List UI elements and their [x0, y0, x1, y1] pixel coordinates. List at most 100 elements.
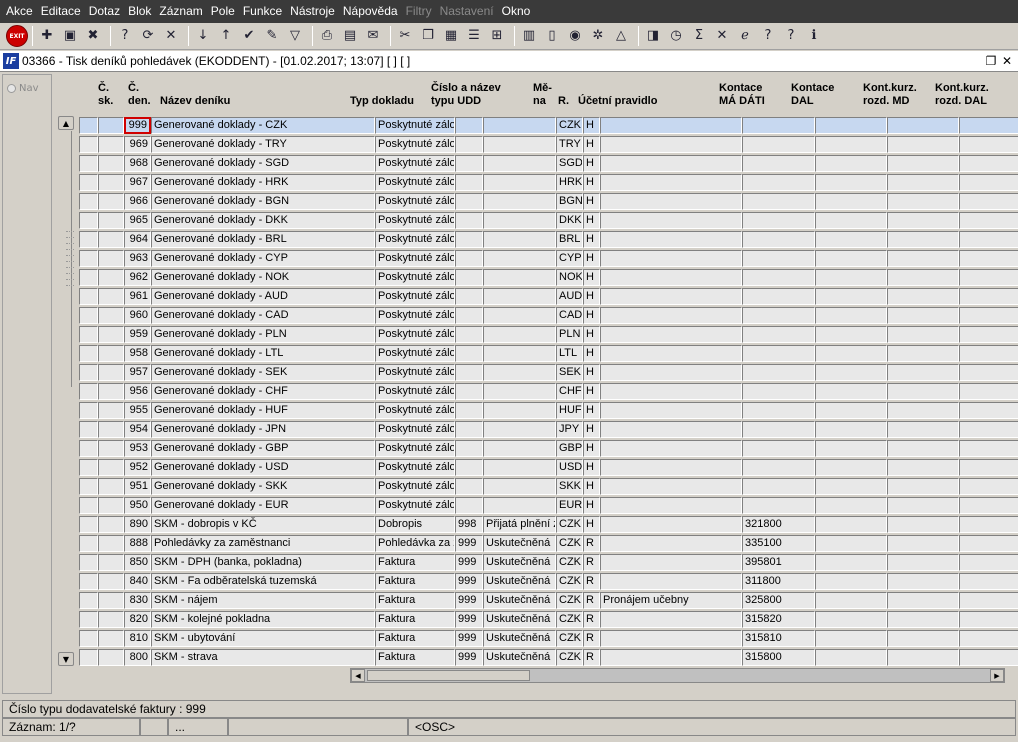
cell-kmd[interactable]: [887, 155, 959, 172]
cell-dal[interactable]: [815, 364, 887, 381]
cell-pravidlo[interactable]: [600, 155, 742, 172]
cell-mena[interactable]: USD: [556, 459, 583, 476]
cell-den[interactable]: 830: [124, 592, 151, 609]
cell-pravidlo[interactable]: [600, 136, 742, 153]
cell-sk[interactable]: [79, 231, 98, 248]
cell-udd_name[interactable]: Uskutečněná: [483, 554, 556, 571]
cell-kmd[interactable]: [887, 269, 959, 286]
cell-kmd[interactable]: [887, 307, 959, 324]
cell-r[interactable]: H: [583, 117, 600, 134]
menu-editace[interactable]: Editace: [37, 0, 85, 23]
cell-madati[interactable]: [742, 117, 815, 134]
execute-query-icon[interactable]: ⟳: [138, 26, 158, 46]
clock-icon[interactable]: ◷: [666, 26, 686, 46]
cell-nazev[interactable]: Generované doklady - JPN: [151, 421, 375, 438]
cell-pravidlo[interactable]: [600, 516, 742, 533]
table-row[interactable]: 890 SKM - dobropis v KČ Dobropis 998 Přijatá…: [79, 515, 1018, 534]
cell-sk2[interactable]: [98, 402, 124, 419]
table-row[interactable]: 962 Generované doklady - NOK Poskytnuté zá…: [79, 268, 1018, 287]
cell-nazev[interactable]: Generované doklady - CHF: [151, 383, 375, 400]
cell-udd_no[interactable]: [455, 440, 483, 457]
excel-icon[interactable]: ✕: [712, 26, 732, 46]
cell-typ[interactable]: Poskytnuté zálo: [375, 478, 455, 495]
list-icon[interactable]: ☰: [464, 26, 484, 46]
table-row[interactable]: 850 SKM - DPH (banka, pokladna) Faktura 999…: [79, 553, 1018, 572]
cell-pravidlo[interactable]: [600, 212, 742, 229]
cell-typ[interactable]: Faktura: [375, 649, 455, 666]
cell-madati[interactable]: [742, 383, 815, 400]
cell-pravidlo[interactable]: [600, 421, 742, 438]
cell-udd_no[interactable]: 999: [455, 649, 483, 666]
cell-nazev[interactable]: SKM - kolejné pokladna: [151, 611, 375, 628]
cell-nazev[interactable]: SKM - Fa odběratelská tuzemská: [151, 573, 375, 590]
cell-mena[interactable]: CZK: [556, 535, 583, 552]
cell-udd_name[interactable]: Uskutečněná: [483, 611, 556, 628]
cell-udd_name[interactable]: Uskutečněná: [483, 573, 556, 590]
table-row[interactable]: 888 Pohledávky za zaměstnanci Pohledávka z…: [79, 534, 1018, 553]
scroll-thumb[interactable]: [60, 131, 74, 387]
cell-madati[interactable]: [742, 478, 815, 495]
table-row[interactable]: 967 Generované doklady - HRK Poskytnuté zá…: [79, 173, 1018, 192]
cell-madati[interactable]: 325800: [742, 592, 815, 609]
cell-nazev[interactable]: SKM - strava: [151, 649, 375, 666]
cell-sk[interactable]: [79, 440, 98, 457]
cell-kdal[interactable]: [959, 554, 1018, 571]
cell-kdal[interactable]: [959, 364, 1018, 381]
cell-udd_no[interactable]: [455, 383, 483, 400]
cell-den[interactable]: 890: [124, 516, 151, 533]
cell-sk2[interactable]: [98, 269, 124, 286]
cell-r[interactable]: R: [583, 630, 600, 647]
cell-mena[interactable]: CZK: [556, 649, 583, 666]
cell-mena[interactable]: EUR: [556, 497, 583, 514]
help-icon[interactable]: ?: [758, 26, 778, 46]
cell-udd_name[interactable]: [483, 364, 556, 381]
cell-sk[interactable]: [79, 326, 98, 343]
cell-udd_no[interactable]: [455, 136, 483, 153]
cell-sk2[interactable]: [98, 326, 124, 343]
cell-typ[interactable]: Poskytnuté zálo: [375, 364, 455, 381]
cell-sk2[interactable]: [98, 117, 124, 134]
cell-typ[interactable]: Poskytnuté zálo: [375, 459, 455, 476]
calculator-icon[interactable]: ▥: [519, 26, 539, 46]
cell-sk2[interactable]: [98, 250, 124, 267]
cell-kmd[interactable]: [887, 402, 959, 419]
cell-kdal[interactable]: [959, 383, 1018, 400]
cell-udd_no[interactable]: 999: [455, 573, 483, 590]
cell-kdal[interactable]: [959, 174, 1018, 191]
cell-pravidlo[interactable]: [600, 364, 742, 381]
cell-pravidlo[interactable]: [600, 649, 742, 666]
cell-dal[interactable]: [815, 440, 887, 457]
cell-mena[interactable]: CZK: [556, 554, 583, 571]
cell-nazev[interactable]: Generované doklady - GBP: [151, 440, 375, 457]
cell-mena[interactable]: CZK: [556, 611, 583, 628]
settings-icon[interactable]: ✲: [588, 26, 608, 46]
cell-kmd[interactable]: [887, 611, 959, 628]
cell-den[interactable]: 965: [124, 212, 151, 229]
cell-sk[interactable]: [79, 212, 98, 229]
cell-udd_no[interactable]: [455, 117, 483, 134]
cell-udd_no[interactable]: [455, 250, 483, 267]
cell-udd_name[interactable]: [483, 307, 556, 324]
cell-nazev[interactable]: SKM - ubytování: [151, 630, 375, 647]
table-row[interactable]: 810 SKM - ubytování Faktura 999 Uskutečněná C…: [79, 629, 1018, 648]
cell-dal[interactable]: [815, 478, 887, 495]
cell-udd_name[interactable]: Uskutečněná: [483, 630, 556, 647]
info-icon[interactable]: ℹ: [804, 26, 824, 46]
cell-nazev[interactable]: Generované doklady - SGD: [151, 155, 375, 172]
cell-nazev[interactable]: Generované doklady - NOK: [151, 269, 375, 286]
cell-kdal[interactable]: [959, 155, 1018, 172]
cell-madati[interactable]: [742, 326, 815, 343]
cell-kmd[interactable]: [887, 497, 959, 514]
cell-typ[interactable]: Poskytnuté zálo: [375, 440, 455, 457]
cell-pravidlo[interactable]: [600, 288, 742, 305]
cell-r[interactable]: H: [583, 497, 600, 514]
cell-den[interactable]: 840: [124, 573, 151, 590]
cut-icon[interactable]: ✂: [395, 26, 415, 46]
cell-sk[interactable]: [79, 497, 98, 514]
table-row[interactable]: 950 Generované doklady - EUR Poskytnuté zá…: [79, 496, 1018, 515]
table-row[interactable]: 958 Generované doklady - LTL Poskytnuté zá…: [79, 344, 1018, 363]
cell-dal[interactable]: [815, 383, 887, 400]
table-row[interactable]: 951 Generované doklady - SKK Poskytnuté zá…: [79, 477, 1018, 496]
cell-pravidlo[interactable]: [600, 497, 742, 514]
cell-mena[interactable]: JPY: [556, 421, 583, 438]
